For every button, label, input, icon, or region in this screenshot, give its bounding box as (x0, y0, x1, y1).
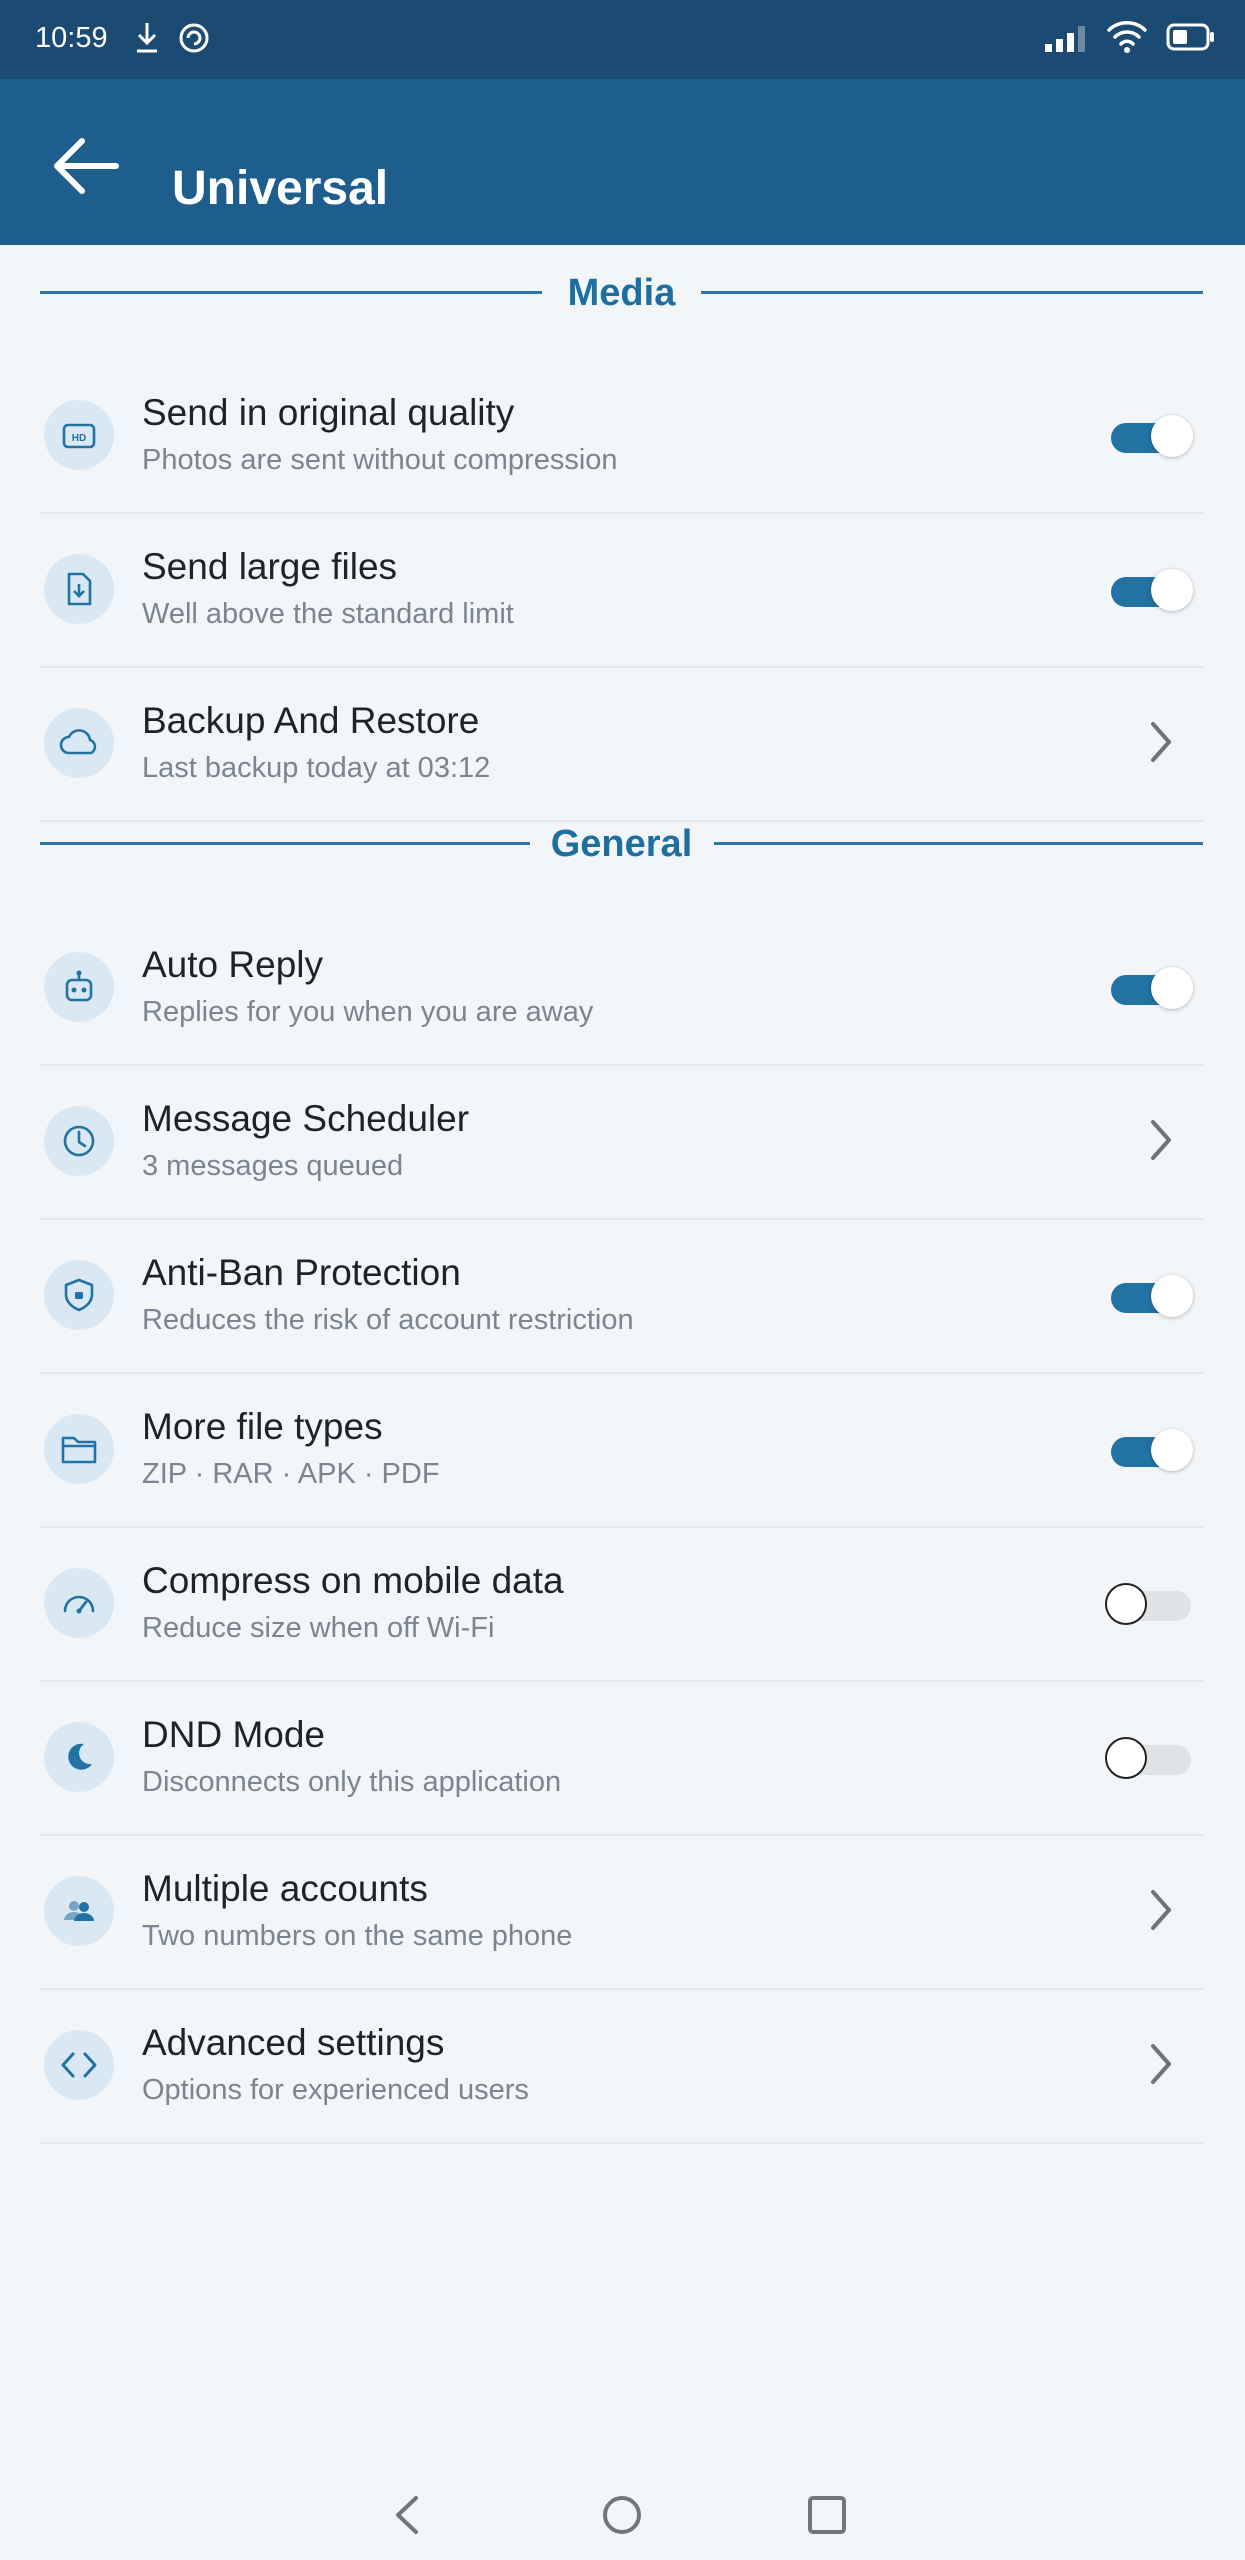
shield-icon (44, 1260, 114, 1330)
setting-subtitle: Well above the standard limit (142, 598, 514, 630)
status-time: 10:59 (35, 22, 108, 54)
nav-back-icon (396, 2496, 418, 2534)
signal-icon (1043, 24, 1089, 59)
setting-row-advanced[interactable]: Advanced settings Options for experience… (40, 1988, 1203, 2144)
file-download-icon (44, 554, 114, 624)
setting-title: More file types (142, 1406, 383, 1447)
setting-title: Send large files (142, 546, 398, 587)
toggle-switch[interactable] (1105, 569, 1193, 611)
setting-row-large-files[interactable]: Send large files Well above the standard… (40, 512, 1203, 668)
chevron-right-icon (1151, 722, 1171, 762)
chevron-right-icon (1151, 2044, 1171, 2084)
clock-icon (44, 1106, 114, 1176)
folder-icon (44, 1414, 114, 1484)
hd-icon: HD (44, 400, 114, 470)
setting-row-compress[interactable]: Compress on mobile data Reduce size when… (40, 1526, 1203, 1682)
speedometer-icon (44, 1568, 114, 1638)
moon-icon (44, 1722, 114, 1792)
section-title: General (550, 823, 693, 865)
setting-title: Message Scheduler (142, 1098, 470, 1139)
nav-recents-button[interactable] (805, 2490, 849, 2545)
setting-title: Backup And Restore (142, 700, 480, 741)
toggle-switch[interactable] (1105, 1429, 1193, 1471)
system-nav-bar (0, 2480, 1245, 2560)
setting-row-original-quality[interactable]: HD Send in original quality Photos are s… (40, 358, 1203, 514)
download-icon (132, 20, 162, 61)
section-header-media: Media (40, 272, 1203, 314)
setting-title: Advanced settings (142, 2022, 445, 2063)
setting-title: Send in original quality (142, 392, 515, 433)
setting-row-file-types[interactable]: More file types ZIP · RAR · APK · PDF (40, 1372, 1203, 1528)
toggle-switch[interactable] (1105, 1583, 1193, 1625)
code-icon (44, 2030, 114, 2100)
setting-row-backup[interactable]: Backup And Restore Last backup today at … (40, 666, 1203, 822)
chevron-right-icon (1151, 1120, 1171, 1160)
toggle-switch[interactable] (1105, 1275, 1193, 1317)
battery-icon (1166, 22, 1216, 57)
setting-subtitle: Options for experienced users (142, 2074, 529, 2106)
setting-subtitle: Disconnects only this application (142, 1766, 562, 1798)
setting-row-scheduler[interactable]: Message Scheduler 3 messages queued (40, 1064, 1203, 1220)
toggle-switch[interactable] (1105, 1737, 1193, 1779)
page-title: Universal (172, 162, 389, 215)
wifi-icon (1105, 18, 1149, 59)
section-title: Media (567, 272, 676, 314)
setting-subtitle: Last backup today at 03:12 (142, 752, 491, 784)
setting-subtitle: Replies for you when you are away (142, 996, 594, 1028)
setting-row-auto-reply[interactable]: Auto Reply Replies for you when you are … (40, 910, 1203, 1066)
arrow-left-icon (54, 138, 119, 194)
back-button[interactable] (48, 131, 128, 201)
setting-title: Multiple accounts (142, 1868, 428, 1909)
setting-subtitle: Reduce size when off Wi-Fi (142, 1612, 495, 1644)
people-icon (44, 1876, 114, 1946)
status-bar: 10:59 (0, 0, 1245, 79)
setting-subtitle: ZIP · RAR · APK · PDF (142, 1458, 440, 1490)
section-header-general: General (40, 823, 1203, 865)
nav-recents-icon (808, 2496, 846, 2534)
setting-subtitle: Photos are sent without compression (142, 444, 618, 476)
setting-title: DND Mode (142, 1714, 325, 1755)
setting-title: Compress on mobile data (142, 1560, 564, 1601)
setting-row-anti-ban[interactable]: Anti-Ban Protection Reduces the risk of … (40, 1218, 1203, 1374)
setting-subtitle: Reduces the risk of account restriction (142, 1304, 634, 1336)
setting-title: Auto Reply (142, 944, 323, 985)
setting-title: Anti-Ban Protection (142, 1252, 461, 1293)
setting-row-multiple-accounts[interactable]: Multiple accounts Two numbers on the sam… (40, 1834, 1203, 1990)
svg-text:HD: HD (72, 433, 86, 444)
sync-icon (176, 20, 212, 61)
chevron-right-icon (1151, 1890, 1171, 1930)
nav-home-icon (603, 2496, 641, 2534)
robot-icon (44, 952, 114, 1022)
toggle-switch[interactable] (1105, 415, 1193, 457)
nav-home-button[interactable] (600, 2490, 644, 2545)
cloud-icon (44, 708, 114, 778)
nav-back-button[interactable] (388, 2490, 428, 2545)
setting-row-dnd[interactable]: DND Mode Disconnects only this applicati… (40, 1680, 1203, 1836)
setting-subtitle: Two numbers on the same phone (142, 1920, 573, 1952)
setting-subtitle: 3 messages queued (142, 1150, 404, 1182)
app-bar: Universal (0, 79, 1245, 245)
toggle-switch[interactable] (1105, 967, 1193, 1009)
